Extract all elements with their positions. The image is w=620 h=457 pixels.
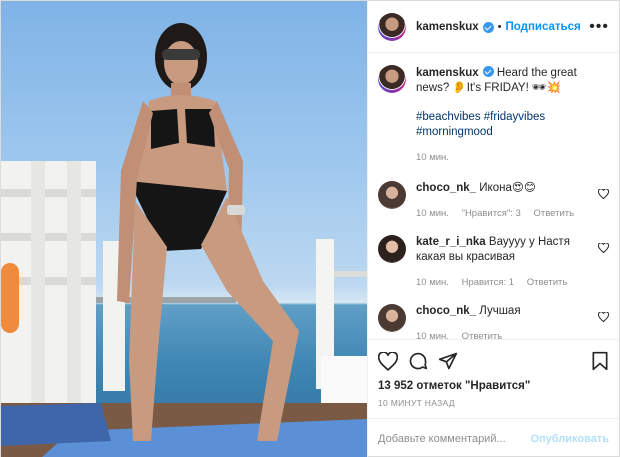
commenter-avatar[interactable] bbox=[378, 181, 406, 209]
hashtags: #beachvibes #fridayvibes #morningmood bbox=[416, 110, 596, 140]
comment-meta: 10 мин. Нравится: 1 Ответить bbox=[416, 275, 596, 290]
comment-item: kate_r_i_nka Вауууу у Настя какая вы кра… bbox=[378, 235, 609, 290]
comment-heart-icon[interactable] bbox=[598, 189, 609, 199]
deck-rail bbox=[1, 189, 96, 197]
share-icon[interactable] bbox=[438, 351, 458, 371]
comment-time[interactable]: 10 мин. bbox=[416, 331, 449, 339]
comment-time[interactable]: 10 мин. bbox=[416, 277, 449, 288]
blue-cushion bbox=[1, 403, 111, 446]
comment-meta: 10 мин. "Нравится": 3 Ответить bbox=[416, 206, 596, 221]
comments-list: kamenskux Heard the great news? 👂It's FR… bbox=[368, 53, 619, 339]
person-silhouette bbox=[117, 23, 299, 441]
post-header: kamenskux • Подписаться ••• bbox=[368, 1, 619, 53]
comment-meta: 10 мин. Ответить bbox=[416, 329, 596, 339]
more-icon[interactable]: ••• bbox=[589, 18, 609, 35]
beach-photo-illustration bbox=[1, 23, 367, 457]
author-avatar[interactable] bbox=[378, 12, 406, 41]
reply-button[interactable]: Ответить bbox=[533, 208, 574, 219]
instagram-post: kamenskux • Подписаться ••• kamenskux He… bbox=[0, 0, 620, 457]
comment-likes[interactable]: "Нравится": 3 bbox=[462, 208, 521, 219]
post-sidebar: kamenskux • Подписаться ••• kamenskux He… bbox=[367, 1, 619, 457]
comment-body: kate_r_i_nka Вауууу у Настя какая вы кра… bbox=[416, 235, 596, 290]
header-separator: • bbox=[497, 20, 502, 33]
hashtag-link[interactable]: #morningmood bbox=[416, 126, 493, 138]
comment-text: Икона😍😊 bbox=[479, 182, 536, 194]
caption-meta: 10 мин. bbox=[416, 150, 596, 165]
caption-avatar[interactable] bbox=[378, 65, 406, 93]
right-rope bbox=[334, 271, 367, 277]
commenter-username[interactable]: kate_r_i_nka bbox=[416, 236, 486, 248]
verified-badge-icon bbox=[482, 22, 494, 33]
comment-icon[interactable] bbox=[408, 351, 428, 371]
comment-likes[interactable]: Нравится: 1 bbox=[462, 277, 514, 288]
hashtag-link[interactable]: #fridayvibes bbox=[484, 111, 545, 123]
post-actions: 13 952 отметок "Нравится" 10 МИНУТ НАЗАД bbox=[368, 339, 619, 408]
verified-badge-icon bbox=[482, 66, 494, 77]
hashtag-link[interactable]: #beachvibes bbox=[416, 111, 481, 123]
add-comment-bar: Добавьте комментарий... Опубликовать bbox=[368, 418, 619, 457]
reply-button[interactable]: Ответить bbox=[527, 277, 568, 288]
author-username[interactable]: kamenskux bbox=[416, 21, 479, 33]
likes-count[interactable]: 13 952 отметок "Нравится" bbox=[378, 380, 609, 392]
follow-button[interactable]: Подписаться bbox=[506, 21, 581, 33]
comment-body: choco_nk_ Икона😍😊 10 мин. "Нравится": 3 … bbox=[416, 181, 596, 221]
post-photo[interactable] bbox=[1, 1, 367, 457]
commenter-username[interactable]: choco_nk_ bbox=[416, 182, 476, 194]
post-caption: kamenskux Heard the great news? 👂It's FR… bbox=[378, 65, 609, 165]
action-icons bbox=[378, 348, 609, 374]
comment-input[interactable]: Добавьте комментарий... bbox=[378, 433, 506, 445]
post-time[interactable]: 10 МИНУТ НАЗАД bbox=[378, 398, 609, 408]
heart-icon[interactable] bbox=[378, 351, 398, 371]
publish-button[interactable]: Опубликовать bbox=[530, 433, 609, 445]
deck-rail bbox=[1, 233, 96, 241]
commenter-avatar[interactable] bbox=[378, 304, 406, 332]
caption-time[interactable]: 10 мин. bbox=[416, 152, 449, 163]
comment-item: choco_nk_ Лучшая 10 мин. Ответить bbox=[378, 304, 609, 339]
life-ring bbox=[1, 263, 19, 333]
comment-body: choco_nk_ Лучшая 10 мин. Ответить bbox=[416, 304, 596, 339]
commenter-avatar[interactable] bbox=[378, 235, 406, 263]
comment-heart-icon[interactable] bbox=[598, 312, 609, 322]
comment-time[interactable]: 10 мин. bbox=[416, 208, 449, 219]
comment-text: Лучшая bbox=[479, 305, 521, 317]
bookmark-icon[interactable] bbox=[591, 351, 609, 371]
reply-button[interactable]: Ответить bbox=[462, 331, 503, 339]
comment-item: choco_nk_ Икона😍😊 10 мин. "Нравится": 3 … bbox=[378, 181, 609, 221]
caption-username[interactable]: kamenskux bbox=[416, 67, 479, 79]
caption-body: kamenskux Heard the great news? 👂It's FR… bbox=[416, 65, 596, 165]
commenter-username[interactable]: choco_nk_ bbox=[416, 305, 476, 317]
lounger bbox=[321, 356, 367, 411]
comment-heart-icon[interactable] bbox=[598, 243, 609, 253]
